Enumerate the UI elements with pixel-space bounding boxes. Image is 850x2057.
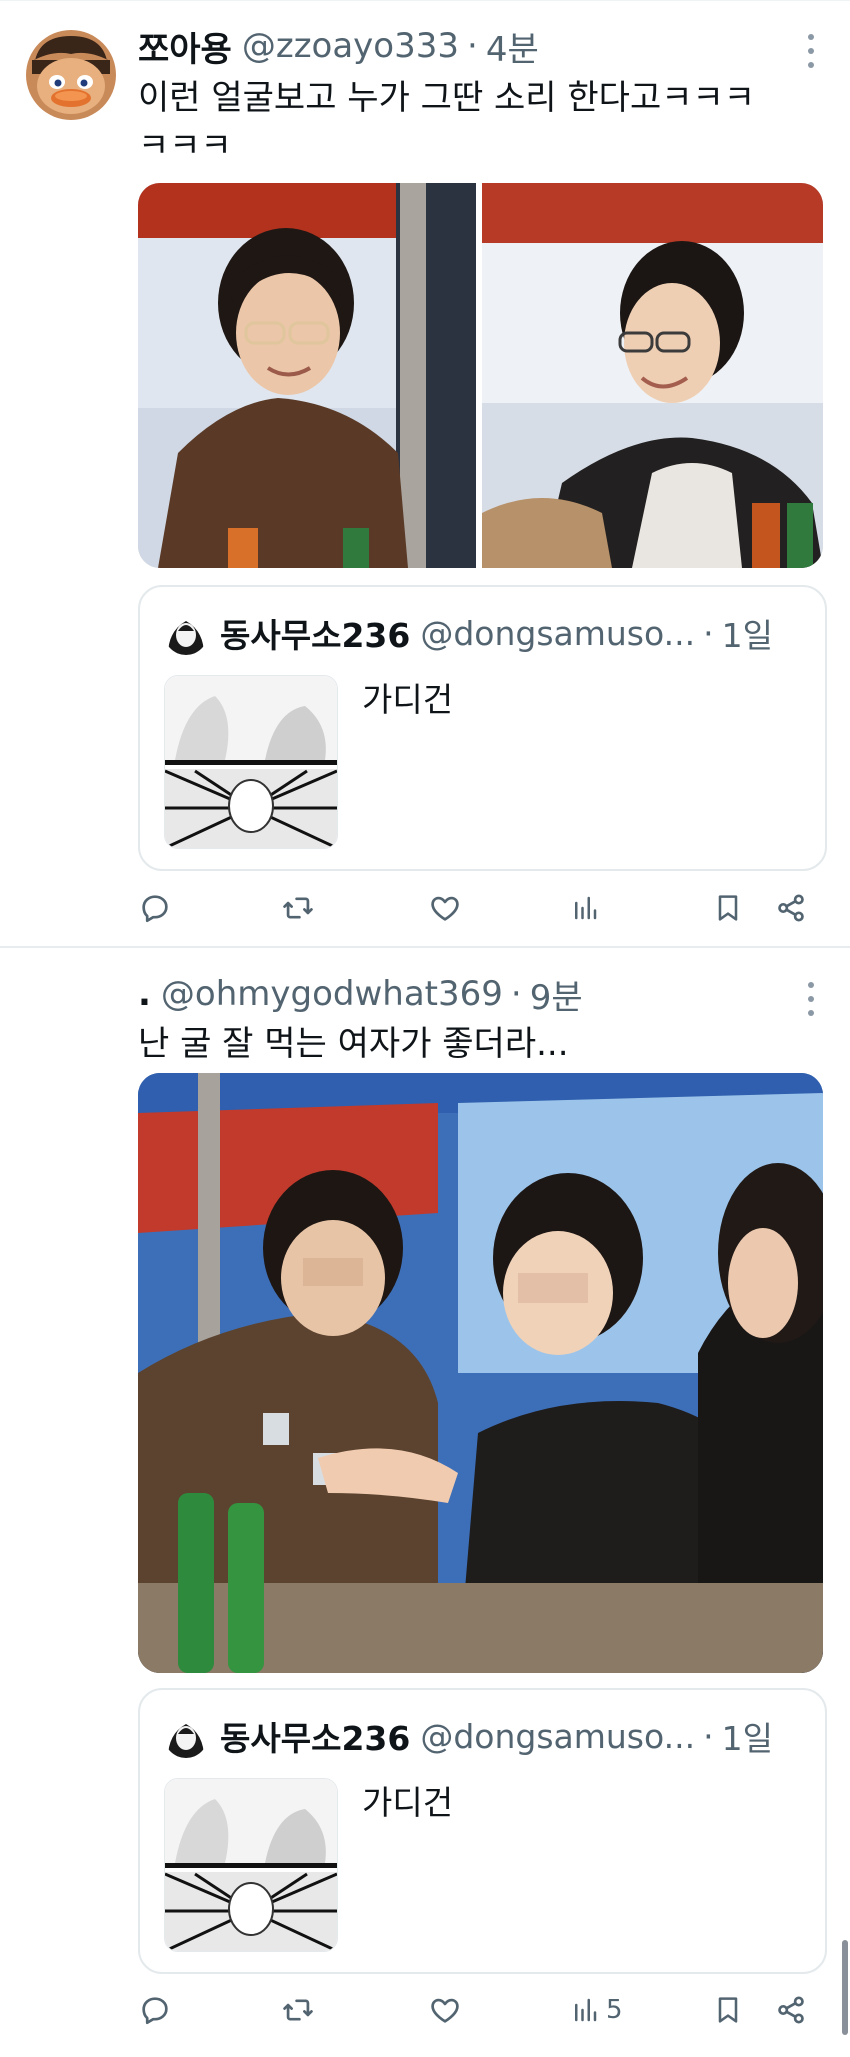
- retweet-icon: [283, 1999, 313, 2021]
- separator-dot: ·: [510, 974, 522, 1014]
- tweet-header: . @ohmygodwhat369 · 9분: [138, 968, 583, 1020]
- tweet-text-line: ㅋㅋㅋ: [138, 126, 232, 166]
- quoted-tweet-text: 가디건: [362, 1783, 454, 1822]
- timestamp[interactable]: 4분: [486, 22, 539, 71]
- timestamp[interactable]: 9분: [530, 970, 583, 1019]
- bookmark-icon: [718, 895, 738, 921]
- quoted-media-thumbnail: [164, 675, 338, 849]
- retweet-icon: [283, 897, 313, 919]
- quoted-author-name: 동사무소236: [220, 616, 411, 655]
- tweet-text-line: 난 굴 잘 먹는 여자가 좋더라...: [138, 1024, 569, 1064]
- quoted-timestamp: 1일: [721, 1719, 773, 1758]
- ink-portrait-avatar-icon: [164, 1714, 208, 1758]
- ink-portrait-avatar-icon: [164, 611, 208, 655]
- share-icon: [778, 1996, 804, 2024]
- tweet[interactable]: 쪼아용 @zzoayo333 · 4분 이런 얼굴보고 누가 그딴 소리 한다고…: [0, 0, 850, 948]
- manga-panel-thumbnail-icon: [165, 1779, 337, 1951]
- quoted-tweet-text: 가디건: [362, 680, 454, 719]
- heart-icon: [431, 1998, 459, 2023]
- share-icon: [778, 894, 804, 922]
- reply-icon: [142, 895, 168, 923]
- author-handle[interactable]: @ohmygodwhat369: [161, 974, 503, 1014]
- separator-dot: ·: [703, 1716, 714, 1756]
- more-options-icon[interactable]: [806, 982, 816, 1016]
- avatar[interactable]: [26, 30, 116, 120]
- scrollbar[interactable]: [842, 1940, 848, 2035]
- quoted-author-name: 동사무소236: [220, 1719, 411, 1758]
- like-button[interactable]: [428, 884, 462, 932]
- bookmark-button[interactable]: [712, 884, 744, 932]
- bookmark-icon: [718, 1997, 738, 2023]
- timeline: 쪼아용 @zzoayo333 · 4분 이런 얼굴보고 누가 그딴 소리 한다고…: [0, 0, 850, 2057]
- heart-icon: [431, 896, 459, 921]
- tweet-photo[interactable]: [138, 1073, 823, 1673]
- views-button[interactable]: 5: [570, 1986, 623, 2034]
- cartoon-duck-avatar-icon: [26, 30, 116, 120]
- quoted-author-handle: @dongsamuso...: [420, 613, 696, 653]
- views-bar-icon: [575, 1998, 597, 2022]
- views-count: 5: [606, 1995, 623, 2025]
- tweet-header: 쪼아용 @zzoayo333 · 4분: [138, 20, 539, 72]
- reply-button[interactable]: [138, 884, 172, 932]
- author-handle[interactable]: @zzoayo333: [242, 26, 459, 66]
- quoted-avatar: [164, 611, 208, 655]
- author-name[interactable]: 쪼아용: [138, 22, 232, 71]
- views-button[interactable]: [570, 884, 606, 932]
- separator-dot: ·: [467, 26, 478, 66]
- quoted-tweet-header: 동사무소236 @dongsamuso... · 1일: [164, 1712, 773, 1760]
- quoted-author-handle: @dongsamuso...: [420, 1716, 696, 1756]
- quoted-media-thumbnail: [164, 1778, 338, 1952]
- divider: [0, 0, 850, 1]
- author-name[interactable]: .: [138, 974, 151, 1014]
- separator-dot: ·: [703, 613, 714, 653]
- share-button[interactable]: [774, 884, 808, 932]
- quoted-avatar: [164, 1714, 208, 1758]
- avatar[interactable]: [26, 978, 116, 1068]
- like-button[interactable]: [428, 1986, 462, 2034]
- tweet[interactable]: . @ohmygodwhat369 · 9분 난 굴 잘 먹는 여자가 좋더라.…: [0, 948, 850, 2057]
- share-button[interactable]: [774, 1986, 808, 2034]
- tweet-actions: 5: [138, 1986, 823, 2034]
- bookmark-button[interactable]: [712, 1986, 744, 2034]
- tweet-text-line: 이런 얼굴보고 누가 그딴 소리 한다고ㅋㅋㅋ: [138, 78, 756, 118]
- tweet-photo[interactable]: [138, 183, 476, 568]
- photo-three-women-toasting-soju: [138, 1073, 823, 1673]
- tweet-photo[interactable]: [482, 183, 823, 568]
- manga-panel-thumbnail-icon: [165, 676, 337, 848]
- reply-button[interactable]: [138, 1986, 172, 2034]
- reply-icon: [142, 1997, 168, 2025]
- views-bar-icon: [575, 896, 597, 920]
- retweet-button[interactable]: [280, 1986, 316, 2034]
- retweet-button[interactable]: [280, 884, 316, 932]
- quoted-timestamp: 1일: [721, 616, 773, 655]
- quoted-tweet-header: 동사무소236 @dongsamuso... · 1일: [164, 609, 773, 657]
- quoted-tweet-card[interactable]: 동사무소236 @dongsamuso... · 1일 가디건: [138, 585, 827, 871]
- photo-woman-glasses-laughing-booth: [482, 183, 823, 568]
- tweet-actions: [138, 884, 823, 932]
- quoted-tweet-card[interactable]: 동사무소236 @dongsamuso... · 1일 가디건: [138, 1688, 827, 1974]
- more-options-icon[interactable]: [806, 34, 816, 68]
- photo-woman-glasses-smiling-booth: [138, 183, 476, 568]
